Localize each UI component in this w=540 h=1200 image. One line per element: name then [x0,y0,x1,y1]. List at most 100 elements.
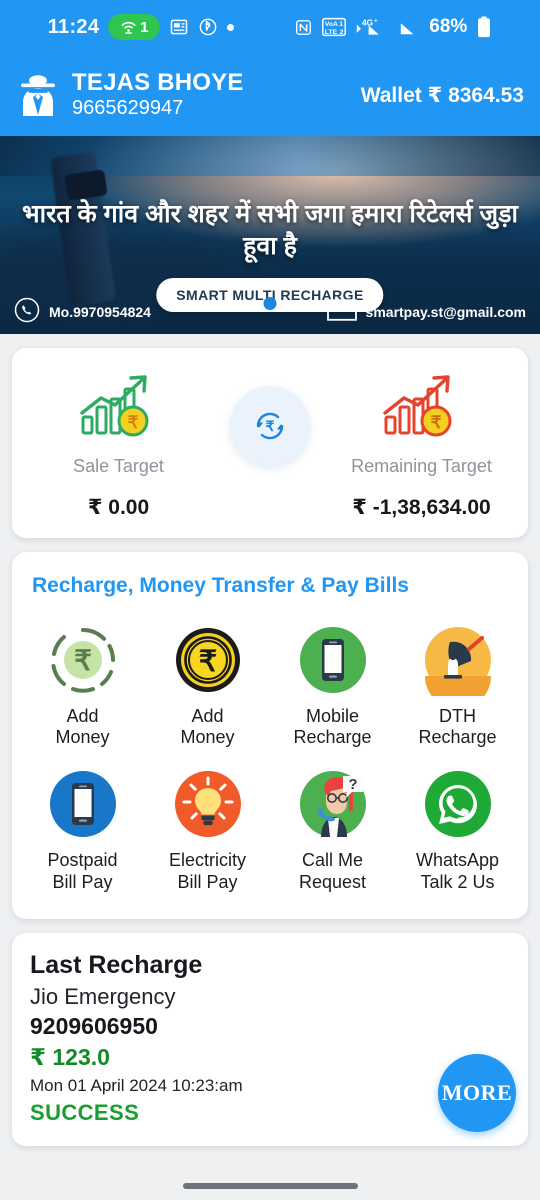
svg-text:+: + [374,18,378,24]
service-label-line2: Bill Pay [177,871,238,892]
svg-text:VoA: VoA [325,21,338,28]
last-recharge-operator: Jio Emergency [30,983,176,1009]
service-label-line1: Add [191,706,224,726]
last-recharge-amount: ₹ 123.0 [30,1043,110,1070]
remaining-target-value: ₹ -1,38,634.00 [352,496,491,519]
banner-phone-text: Mo.9970954824 [49,303,151,320]
service-label-line1: WhatsApp [415,850,500,871]
envelope-icon [326,299,357,324]
sale-target-block: ₹ Sale Target ₹ 0.00 [22,370,215,520]
service-item-add-money-coin[interactable]: ₹ Add Money [145,616,270,758]
wallet-currency: ₹ [427,83,443,107]
sale-target-label: Sale Target [73,456,164,476]
hotspot-count: 1 [140,18,149,36]
status-badge: SUCCESS [30,1099,140,1125]
last-recharge-number: 9209606950 [30,1012,158,1039]
banner-headline: भारत के गांव और शहर में सभी जगा हमारा रि… [22,200,518,260]
nfc-icon [294,18,313,37]
service-label: Postpaid Bill Pay [22,850,143,892]
banner-email-text: smartpay.st@gmail.com [365,303,526,320]
bluetooth-b-icon [198,17,218,37]
service-label: Mobile Recharge [272,706,393,748]
dot-icon [227,23,235,31]
status-bar-clock: 11:24 [47,15,100,38]
service-label: Electricity Bill Pay [147,850,268,892]
service-label-line2: Money [180,727,235,748]
system-nav-bar [0,1172,540,1200]
refresh-target-block[interactable]: ₹ [215,370,325,466]
target-summary-card: ₹ Sale Target ₹ 0.00 ₹ ₹ Remaining Targe… [12,348,528,538]
service-label: DTH Recharge [397,706,518,748]
wallet-amount: 8364.53 [448,83,524,107]
service-label-line2: Recharge [418,727,497,748]
svg-text:1: 1 [339,21,343,28]
green-growth-chart-icon: ₹ [22,370,215,444]
svg-text:4G: 4G [362,17,374,27]
service-item-call-me-request[interactable]: ? Call Me Request [270,760,395,902]
service-item-postpaid-bill-pay[interactable]: Postpaid Bill Pay [20,760,145,902]
svg-text:₹: ₹ [127,413,138,432]
service-label: Call Me Request [272,850,393,892]
last-recharge-card: Last Recharge Jio Emergency 9209606950 ₹… [12,932,528,1146]
signal-bars-icon [398,17,420,37]
remaining-target-label: Remaining Target [351,456,492,476]
service-item-whatsapp[interactable]: WhatsApp Talk 2 Us [395,760,520,902]
user-info: TEJAS BHOYE 9665629947 [72,69,349,120]
volte-dual-sim-icon: VoA 1 LTE 2 [322,17,347,37]
signal-4g-plus-icon: 4G + [355,16,389,38]
service-item-mobile-recharge[interactable]: Mobile Recharge [270,616,395,758]
call-me-request-icon: ? [272,766,393,842]
spy-agent-avatar-icon[interactable] [16,72,60,118]
banner-phone[interactable]: Mo.9970954824 [14,297,151,326]
user-name: TEJAS BHOYE [72,69,244,97]
promo-banner[interactable]: भारत के गांव और शहर में सभी जगा हमारा रि… [0,136,540,334]
battery-icon [476,16,492,38]
service-label-line1: Call Me [301,850,363,871]
last-recharge-title: Last Recharge [30,950,203,979]
service-label-line1: Add [66,706,99,726]
svg-text:₹: ₹ [198,646,216,678]
service-label-line1: Postpaid [47,850,118,871]
svg-text:?: ? [348,776,357,793]
banner-photo-watch [64,169,108,201]
service-label-line2: Recharge [293,727,372,748]
news-icon [169,17,189,37]
red-growth-chart-icon: ₹ [325,370,518,444]
phone-call-icon [14,297,40,326]
sale-target-value: ₹ 0.00 [87,496,150,519]
more-button[interactable]: MORE [438,1053,516,1132]
mobile-recharge-icon [272,622,393,698]
service-label-line1: DTH [439,706,476,726]
service-item-electricity-bill-pay[interactable]: Electricity Bill Pay [145,760,270,902]
app-header: TEJAS BHOYE 9665629947 Wallet ₹ 8364.53 [0,54,540,136]
services-title: Recharge, Money Transfer & Pay Bills [32,574,409,597]
user-mobile: 9665629947 [72,97,184,120]
svg-text:2: 2 [340,29,344,36]
banner-contact-row: Mo.9970954824 smartpay.st@gmail.com [0,297,540,326]
service-item-add-money-wallet[interactable]: ₹ Add Money [20,616,145,758]
services-card: Recharge, Money Transfer & Pay Bills ₹ A… [12,552,528,919]
svg-text:₹: ₹ [74,645,92,676]
service-label: Add Money [147,706,268,748]
service-label-line2: Bill Pay [52,871,113,892]
services-grid: ₹ Add Money ₹ Add Money Mobile Recharge … [20,616,520,903]
refresh-rupee-icon[interactable]: ₹ [230,386,310,466]
wallet-label: Wallet [360,83,422,107]
status-bar: 11:24 1 VoA 1 LTE 2 4G + 68% [0,0,540,54]
hotspot-icon: 1 [108,14,161,40]
battery-percent-label: 68% [429,16,468,37]
postpaid-phone-icon [22,766,143,842]
service-label-line2: Talk 2 Us [420,871,495,892]
service-item-dth-recharge[interactable]: DTH Recharge [395,616,520,758]
wallet-balance[interactable]: Wallet ₹ 8364.53 [361,83,524,108]
electricity-bulb-icon [147,766,268,842]
gold-coin-rupee-icon: ₹ [147,622,268,698]
service-label-line2: Request [298,871,367,892]
gesture-nav-handle[interactable] [182,1183,358,1189]
service-label: WhatsApp Talk 2 Us [397,850,518,892]
service-label-line1: Mobile [305,706,360,726]
banner-email[interactable]: smartpay.st@gmail.com [326,299,526,324]
svg-text:₹: ₹ [430,413,441,432]
service-label-line2: Money [55,727,110,748]
dth-satellite-dish-icon [397,622,518,698]
